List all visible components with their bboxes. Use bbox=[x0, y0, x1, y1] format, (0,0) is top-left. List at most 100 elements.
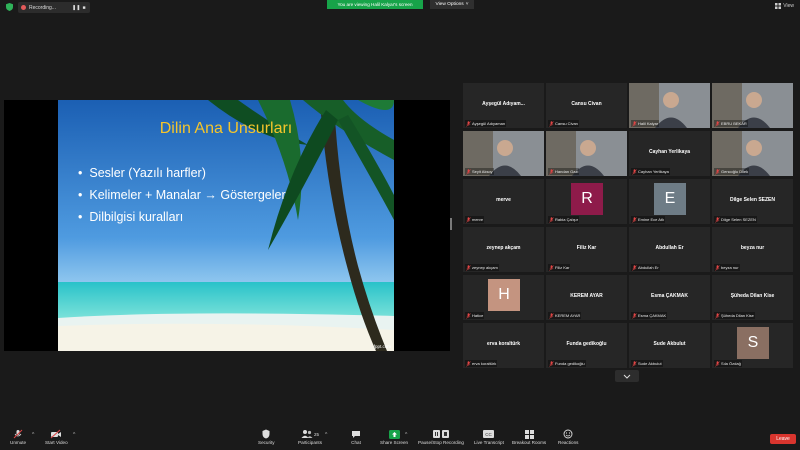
security-button[interactable]: Security bbox=[258, 429, 275, 445]
participant-name: beyza nur bbox=[721, 265, 739, 270]
start-video-button[interactable]: Start Video bbox=[45, 429, 68, 445]
reactions-button[interactable]: Reactions bbox=[558, 429, 578, 445]
screen-share-banner: You are viewing Halil Kalyar's screen bbox=[327, 0, 423, 9]
smiley-icon bbox=[563, 429, 573, 439]
video-options-caret[interactable]: ^ bbox=[73, 432, 75, 438]
participant-name-label: beyza nur bbox=[714, 264, 740, 271]
participant-tile[interactable]: Şüheda Dilan Kise Şüheda Dilan Kise bbox=[712, 275, 793, 320]
participant-avatar: E bbox=[654, 183, 686, 215]
participant-name: Sıla Özdağ bbox=[721, 361, 741, 366]
microphone-muted-icon bbox=[549, 312, 554, 319]
gallery-next-page-button[interactable] bbox=[615, 370, 639, 382]
grid-icon bbox=[775, 3, 782, 9]
participants-label: Participants bbox=[298, 440, 323, 445]
participant-name-label: Dilge Selen SEZEN bbox=[714, 216, 757, 223]
microphone-muted-icon bbox=[466, 216, 471, 223]
participant-name-label: Hatice bbox=[465, 312, 485, 319]
participant-name: Sude Akbulut bbox=[638, 361, 662, 366]
participant-name: EBRU BEKAR bbox=[721, 121, 747, 126]
participant-display-name: Cayhan Yerlikaya bbox=[648, 149, 691, 155]
participant-tile[interactable]: S Sıla Özdağ bbox=[712, 323, 793, 368]
pause-stop-recording-button[interactable]: Pause/Stop Recording bbox=[418, 429, 464, 445]
participant-display-name: Dilge Selen SEZEN bbox=[729, 197, 775, 203]
participant-tile[interactable]: erva koraltürk erva koraltürk bbox=[463, 323, 544, 368]
participant-name: Ayşegül Adıyaman bbox=[472, 121, 506, 126]
participant-display-name: beyza nur bbox=[740, 245, 765, 251]
participant-tile[interactable]: Gencoğlu Dilek bbox=[712, 131, 793, 176]
participant-tile[interactable]: Halil Kalyar bbox=[629, 83, 710, 128]
share-options-caret[interactable]: ^ bbox=[405, 432, 407, 438]
participant-display-name: Filiz Kar bbox=[576, 245, 597, 251]
meeting-toolbar: Unmute ^ Start Video ^ Security 25 Parti… bbox=[0, 427, 800, 450]
participant-display-name: Esma ÇAKMAK bbox=[651, 293, 688, 299]
participant-avatar: S bbox=[737, 327, 769, 359]
microphone-muted-icon bbox=[466, 264, 471, 271]
participant-tile[interactable]: Dilge Selen SEZEN Dilge Selen SEZEN bbox=[712, 179, 793, 224]
participants-options-caret[interactable]: ^ bbox=[325, 432, 327, 438]
unmute-button[interactable]: Unmute bbox=[10, 429, 26, 445]
participant-tile[interactable]: merve merve bbox=[463, 179, 544, 224]
view-options-button[interactable]: View Options ˅ bbox=[430, 0, 474, 9]
participant-tile[interactable]: E Emine Ece Atlı bbox=[629, 179, 710, 224]
live-transcript-label: Live Transcript bbox=[474, 440, 504, 445]
participant-tile[interactable]: Seyit Aksoy bbox=[463, 131, 544, 176]
participant-tile[interactable]: EBRU BEKAR bbox=[712, 83, 793, 128]
microphone-muted-icon bbox=[549, 360, 554, 367]
participant-name: Funda gedikoğlu bbox=[555, 361, 585, 366]
microphone-muted-icon bbox=[632, 264, 637, 271]
participant-name: KEREM AYAR bbox=[555, 313, 581, 318]
participant-name: Esma ÇAKMAK bbox=[638, 313, 667, 318]
participant-tile[interactable]: Esma ÇAKMAK Esma ÇAKMAK bbox=[629, 275, 710, 320]
pause-stop-icon bbox=[432, 430, 449, 438]
participant-display-name: zeynep akçam bbox=[486, 245, 521, 251]
participant-tile[interactable]: Handan Gazi bbox=[546, 131, 627, 176]
participant-tile[interactable]: Abdullah Er Abdullah Er bbox=[629, 227, 710, 272]
live-transcript-button[interactable]: CC Live Transcript bbox=[474, 429, 504, 445]
participant-name-label: Abdullah Er bbox=[631, 264, 660, 271]
participant-name: Abdullah Er bbox=[638, 265, 659, 270]
participant-display-name: Funda gedikoğlu bbox=[566, 341, 607, 347]
recording-dot-icon bbox=[21, 5, 26, 10]
participant-name: Cansu Civan bbox=[555, 121, 578, 126]
participant-tile[interactable]: zeynep akçam zeynep akçam bbox=[463, 227, 544, 272]
participant-tile[interactable]: H Hatice bbox=[463, 275, 544, 320]
participant-tile[interactable]: beyza nur beyza nur bbox=[712, 227, 793, 272]
participant-avatar: R bbox=[571, 183, 603, 215]
chevron-down-icon: ˅ bbox=[465, 2, 469, 7]
shield-icon[interactable] bbox=[6, 3, 13, 11]
recording-indicator: Recording... ❚❚ ■ bbox=[18, 2, 90, 13]
split-view-handle[interactable] bbox=[450, 218, 452, 230]
microphone-muted-icon bbox=[715, 168, 720, 175]
participant-tile[interactable]: Funda gedikoğlu Funda gedikoğlu bbox=[546, 323, 627, 368]
microphone-muted-icon bbox=[715, 120, 720, 127]
slide-bullet: Dilbilgisi kuralları bbox=[78, 206, 286, 228]
participant-tile[interactable]: Sude Akbulut Sude Akbulut bbox=[629, 323, 710, 368]
leave-button[interactable]: Leave bbox=[770, 434, 796, 444]
participants-button[interactable]: 25 Participants bbox=[298, 429, 322, 445]
participant-name: Filiz Kar bbox=[555, 265, 570, 270]
participant-name-label: Sıla Özdağ bbox=[714, 360, 742, 367]
stop-recording-icon[interactable]: ■ bbox=[81, 5, 87, 11]
view-label: View bbox=[783, 3, 794, 9]
screen-share-banner-text: You are viewing Halil Kalyar's screen bbox=[337, 2, 413, 7]
participant-name-label: Funda gedikoğlu bbox=[548, 360, 586, 367]
reactions-label: Reactions bbox=[558, 440, 579, 445]
audio-options-caret[interactable]: ^ bbox=[32, 432, 34, 438]
microphone-muted-icon bbox=[549, 216, 554, 223]
participant-tile[interactable]: Ayşegül Adıyam... Ayşegül Adıyaman bbox=[463, 83, 544, 128]
breakout-rooms-button[interactable]: Breakout Rooms bbox=[512, 429, 546, 445]
pause-recording-icon[interactable]: ❚❚ bbox=[72, 5, 80, 11]
microphone-muted-icon bbox=[549, 120, 554, 127]
share-screen-label: Share Screen bbox=[380, 440, 409, 445]
chat-button[interactable]: Chat bbox=[350, 429, 362, 445]
participant-tile[interactable]: Cansu Civan Cansu Civan bbox=[546, 83, 627, 128]
participant-name-label: Ayşegül Adıyaman bbox=[465, 120, 507, 127]
participant-tile[interactable]: R Rabia Çalışır bbox=[546, 179, 627, 224]
view-button[interactable]: View bbox=[775, 3, 794, 9]
participant-tile[interactable]: KEREM AYAR KEREM AYAR bbox=[546, 275, 627, 320]
share-screen-button[interactable]: Share Screen bbox=[380, 429, 408, 445]
participant-tile[interactable]: Filiz Kar Filiz Kar bbox=[546, 227, 627, 272]
participant-name-label: Rabia Çalışır bbox=[548, 216, 580, 223]
participant-name-label: Halil Kalyar bbox=[631, 120, 660, 127]
participant-tile[interactable]: Cayhan Yerlikaya Cayhan Yerlikaya bbox=[629, 131, 710, 176]
